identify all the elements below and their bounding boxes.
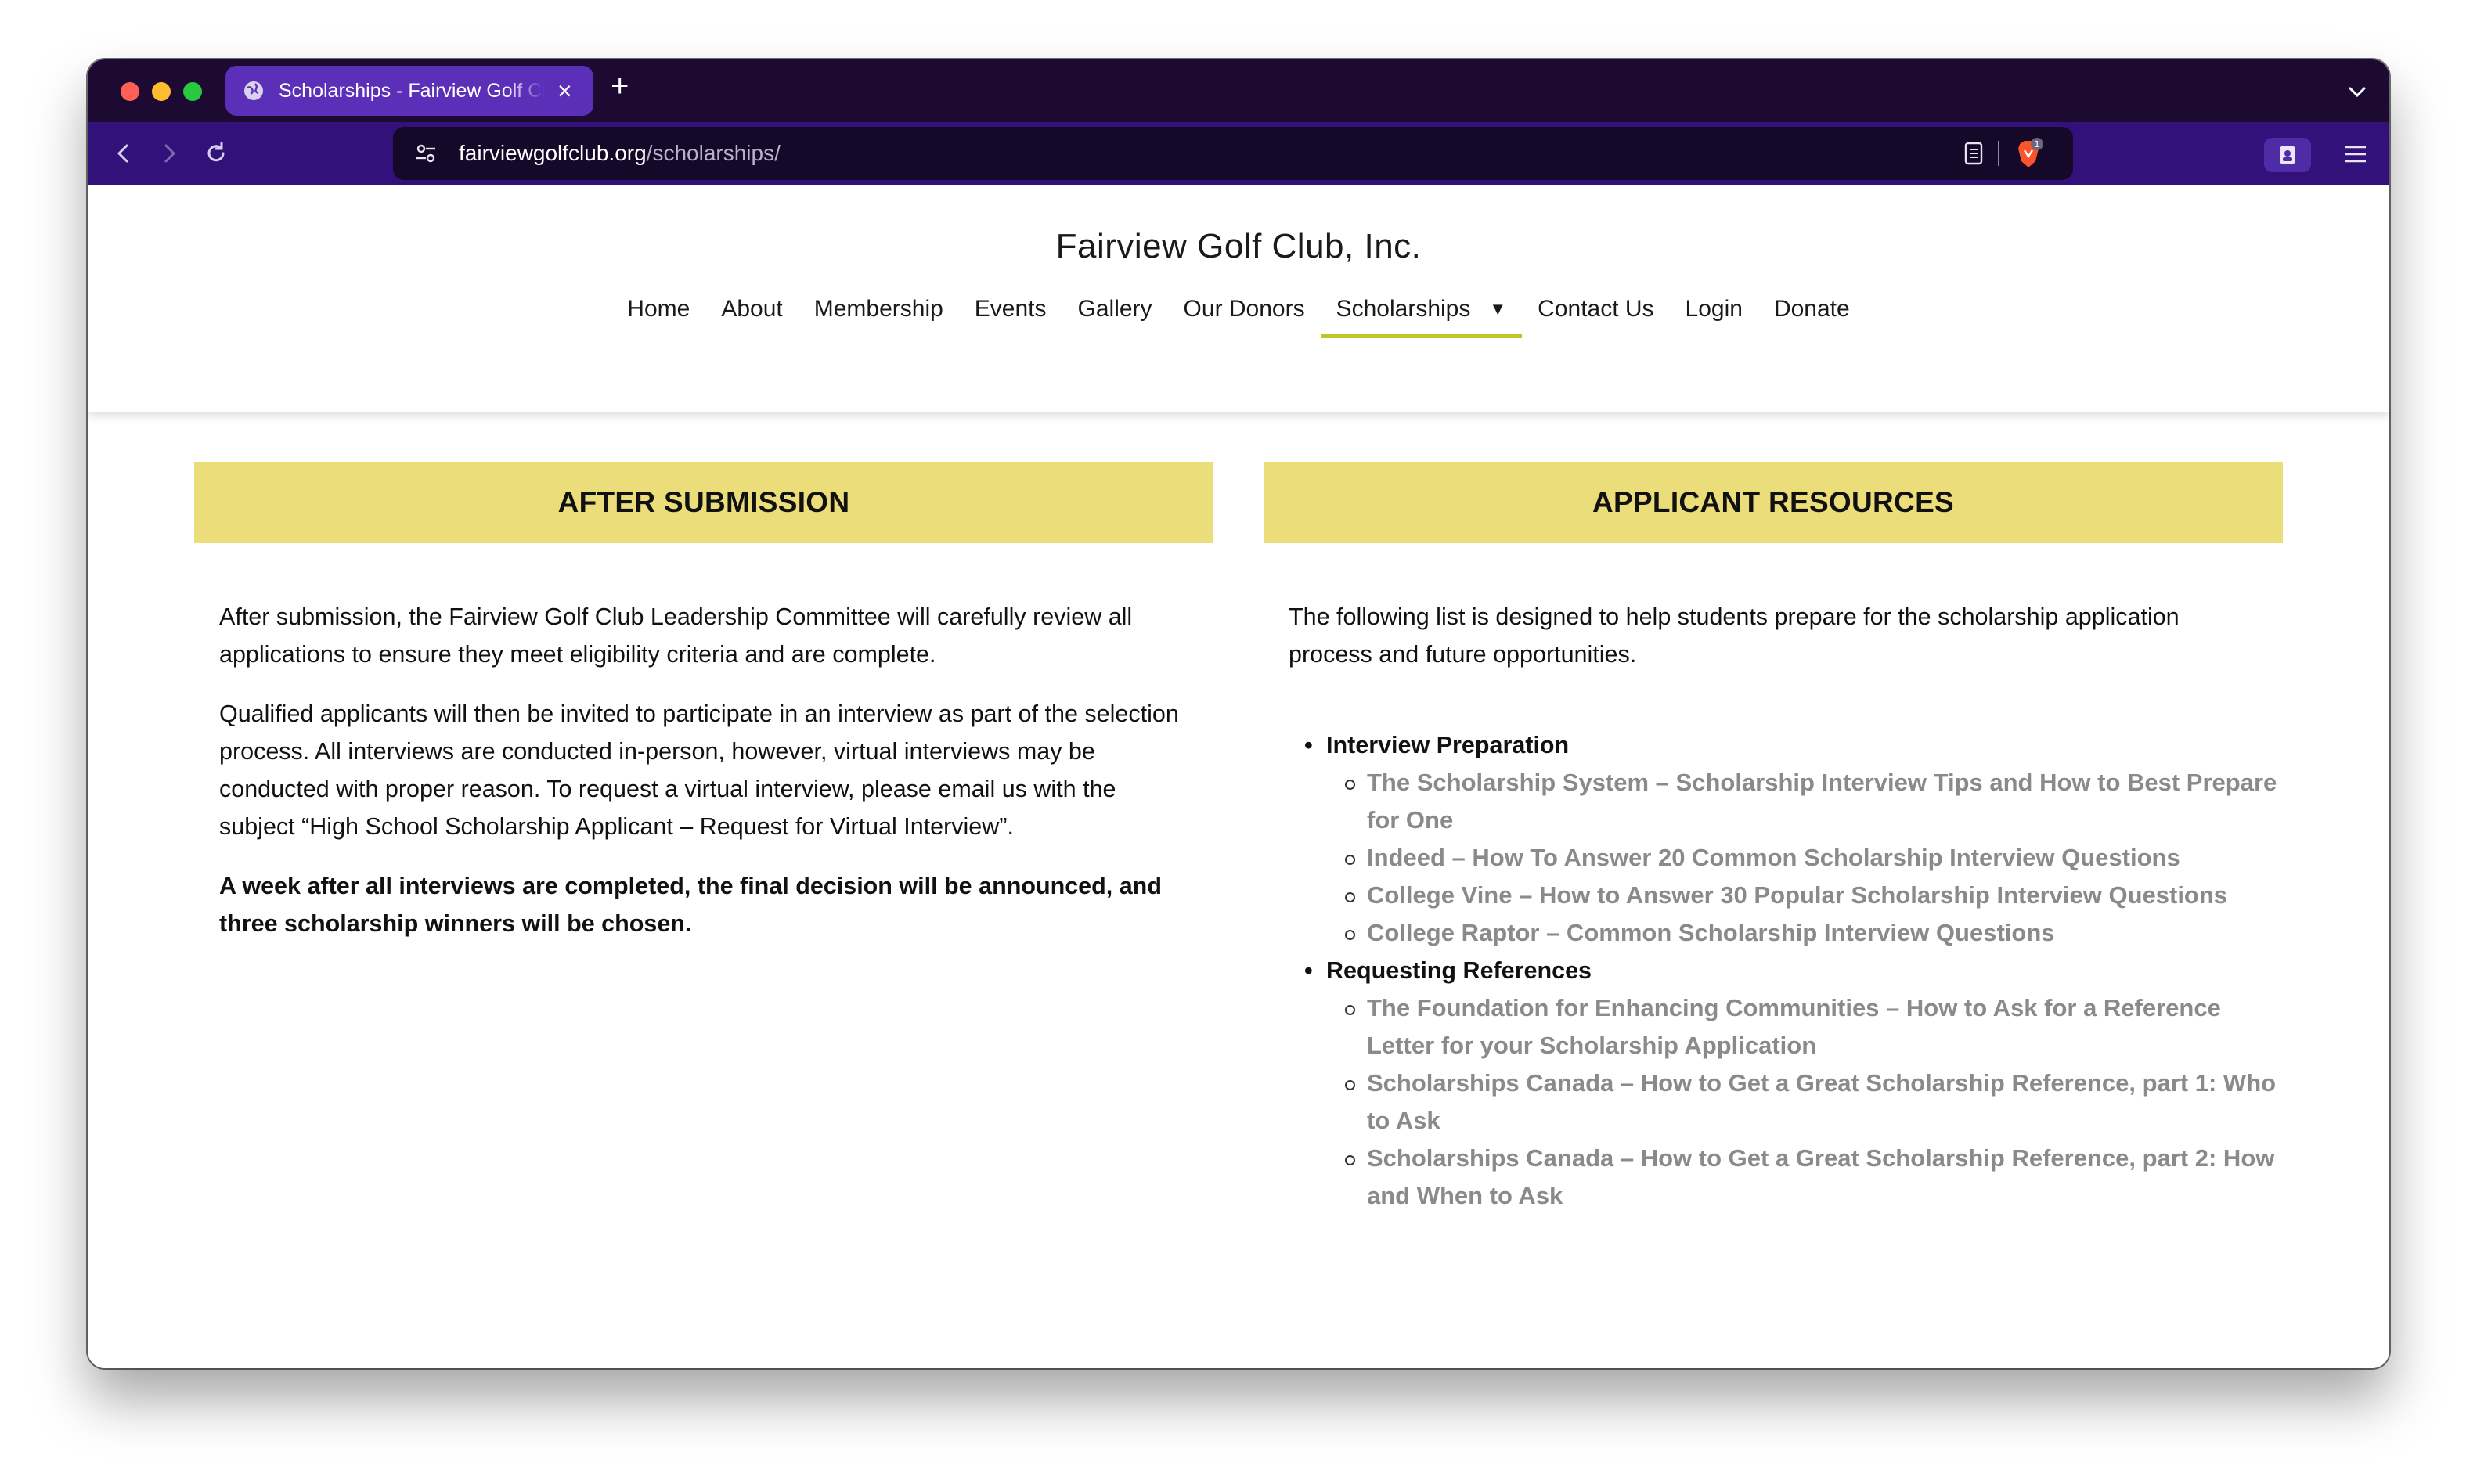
resource-link[interactable]: The Foundation for Enhancing Communities… <box>1345 989 2283 1064</box>
site-title[interactable]: Fairview Golf Club, Inc. <box>88 227 2389 266</box>
resource-sublist-wrapper: The Scholarship System – Scholarship Int… <box>1304 764 2283 952</box>
tab-active[interactable]: Scholarships - Fairview Golf Club, Inc. … <box>225 66 593 116</box>
resource-link[interactable]: College Vine – How to Answer 30 Popular … <box>1345 877 2283 914</box>
browser-window: Scholarships - Fairview Golf Club, Inc. … <box>88 59 2389 1368</box>
after-submission-paragraph: After submission, the Fairview Golf Club… <box>219 603 1133 668</box>
wallet-button[interactable] <box>2264 138 2311 172</box>
brave-badge-count: 1 <box>2035 139 2040 149</box>
nav-scholarships[interactable]: Scholarships ▼ <box>1320 290 1523 338</box>
address-bar[interactable]: fairviewgolfclub.org/scholarships/ 1 <box>393 127 2073 180</box>
nav-login[interactable]: Login <box>1670 290 1758 338</box>
resource-category-references: Requesting References <box>1304 952 2283 989</box>
caret-down-icon: ▼ <box>1489 299 1507 319</box>
brave-shields-icon[interactable]: 1 <box>2014 138 2043 171</box>
hamburger-menu-icon[interactable] <box>2342 141 2369 167</box>
after-submission-final-note: A week after all interviews are complete… <box>219 873 1162 937</box>
minimize-window-button[interactable] <box>152 82 171 101</box>
main-nav: Home About Membership Events Gallery Our… <box>88 290 2389 338</box>
reader-mode-icon[interactable] <box>1962 141 1985 166</box>
after-submission-section: AFTER SUBMISSION After submission, the F… <box>194 462 1213 964</box>
after-submission-body: After submission, the Fairview Golf Club… <box>194 543 1213 942</box>
tab-strip: Scholarships - Fairview Golf Club, Inc. … <box>88 59 2389 122</box>
forward-icon[interactable] <box>152 136 186 171</box>
tab-title: Scholarships - Fairview Golf Club, Inc. <box>279 79 545 102</box>
zoom-window-button[interactable] <box>183 82 202 101</box>
applicant-resources-intro: The following list is designed to help s… <box>1289 603 2180 668</box>
resource-link[interactable]: Scholarships Canada – How to Get a Great… <box>1345 1140 2283 1215</box>
resource-sublist-interview: The Scholarship System – Scholarship Int… <box>1304 764 2283 952</box>
address-bar-divider <box>1998 141 1999 166</box>
nav-membership[interactable]: Membership <box>799 290 959 338</box>
resource-link[interactable]: Scholarships Canada – How to Get a Great… <box>1345 1064 2283 1140</box>
resource-link[interactable]: Indeed – How To Answer 20 Common Scholar… <box>1345 839 2283 877</box>
resource-category-label: Requesting References <box>1326 957 1592 984</box>
resource-sublist-wrapper: The Foundation for Enhancing Communities… <box>1304 989 2283 1215</box>
resource-category-label: Interview Preparation <box>1326 732 1570 758</box>
globe-icon <box>244 81 263 100</box>
nav-our-donors[interactable]: Our Donors <box>1168 290 1321 338</box>
resource-category-interview: Interview Preparation <box>1304 726 2283 764</box>
after-submission-paragraph: Qualified applicants will then be invite… <box>219 701 1179 840</box>
resource-sublist-references: The Foundation for Enhancing Communities… <box>1304 989 2283 1215</box>
chevron-down-icon[interactable] <box>2345 80 2369 103</box>
reload-icon[interactable] <box>199 136 233 171</box>
close-tab-icon[interactable]: × <box>557 78 572 103</box>
after-submission-heading: AFTER SUBMISSION <box>194 462 1213 543</box>
back-icon[interactable] <box>106 136 141 171</box>
url-path: /scholarships/ <box>646 141 781 165</box>
web-page: Fairview Golf Club, Inc. Home About Memb… <box>88 185 2389 1368</box>
nav-donate[interactable]: Donate <box>1758 290 1866 338</box>
nav-about[interactable]: About <box>705 290 798 338</box>
browser-toolbar: fairviewgolfclub.org/scholarships/ 1 <box>88 122 2389 185</box>
resource-link[interactable]: The Scholarship System – Scholarship Int… <box>1345 764 2283 839</box>
nav-events[interactable]: Events <box>959 290 1062 338</box>
applicant-resources-section: APPLICANT RESOURCES The following list i… <box>1264 462 2283 1215</box>
new-tab-button[interactable]: + <box>611 70 629 102</box>
nav-scholarships-label: Scholarships <box>1336 296 1471 322</box>
applicant-resources-body: The following list is designed to help s… <box>1264 543 2283 673</box>
applicant-resources-heading: APPLICANT RESOURCES <box>1264 462 2283 543</box>
resource-list: Interview Preparation The Scholarship Sy… <box>1264 726 2283 1215</box>
site-settings-icon[interactable] <box>413 141 438 166</box>
url-text: fairviewgolfclub.org/scholarships/ <box>459 141 781 166</box>
nav-home[interactable]: Home <box>611 290 705 338</box>
nav-contact-us[interactable]: Contact Us <box>1522 290 1669 338</box>
id-card-icon <box>2280 146 2295 164</box>
close-window-button[interactable] <box>121 82 139 101</box>
nav-gallery[interactable]: Gallery <box>1062 290 1168 338</box>
url-host: fairviewgolfclub.org <box>459 141 647 165</box>
resource-link[interactable]: College Raptor – Common Scholarship Inte… <box>1345 914 2283 952</box>
site-header: Fairview Golf Club, Inc. Home About Memb… <box>88 185 2389 412</box>
